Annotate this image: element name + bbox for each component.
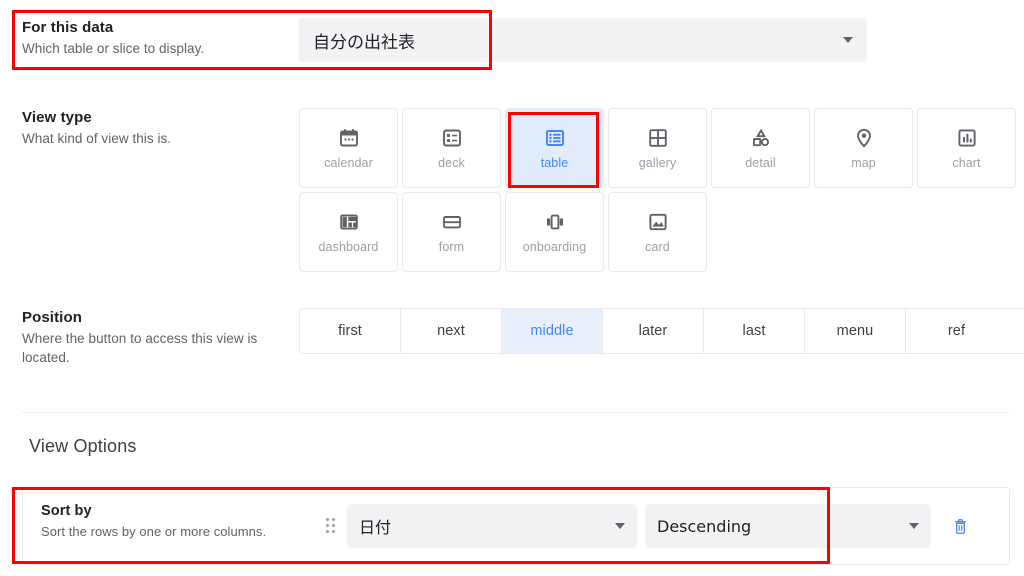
drag-handle-icon[interactable] [323,516,339,536]
table-icon [544,127,566,149]
card-icon [647,211,669,233]
position-option-next[interactable]: next [401,309,502,353]
position-option-middle[interactable]: middle [502,309,603,353]
deck-icon [441,127,463,149]
view-type-tile-card[interactable]: card [608,192,707,272]
view-type-tile-label: map [851,155,876,170]
chart-icon [956,127,978,149]
trash-icon [954,518,966,534]
view-type-row-1: calendar deck table gallery detail map c… [299,108,1024,188]
view-type-tile-label: gallery [638,155,677,170]
form-icon [441,211,463,233]
view-type-tile-grid: calendar deck table gallery detail map c… [299,108,1024,276]
view-type-tile-label: chart [952,155,981,170]
view-settings-panel: For this data Which table or slice to di… [0,0,1024,576]
view-type-tile-label: calendar [324,155,373,170]
dashboard-icon [338,211,360,233]
gallery-icon [647,127,669,149]
view-type-tile-map[interactable]: map [814,108,913,188]
section-divider [22,412,1010,413]
view-options-heading: View Options [29,436,137,456]
view-type-tile-form[interactable]: form [402,192,501,272]
view-type-subtitle: What kind of view this is. [22,131,172,146]
view-type-tile-chart[interactable]: chart [917,108,1016,188]
sort-by-title: Sort by [41,503,92,519]
position-option-first[interactable]: first [300,309,401,353]
chevron-down-icon [615,523,625,529]
view-type-tile-label: form [438,239,465,254]
position-option-later[interactable]: later [603,309,704,353]
view-type-row-2: dashboard form onboarding card [299,192,1024,272]
view-type-tile-label: detail [745,155,776,170]
data-source-select[interactable]: 自分の出社表 [299,18,867,62]
sort-by-row: Sort by Sort the rows by one or more col… [22,487,1010,565]
chevron-down-icon [909,523,919,529]
calendar-icon [338,127,360,149]
view-type-tile-calendar[interactable]: calendar [299,108,398,188]
position-subtitle: Where the button to access this view is … [22,331,258,365]
view-type-tile-onboarding[interactable]: onboarding [505,192,604,272]
data-source-value: 自分の出社表 [313,32,415,53]
view-type-tile-gallery[interactable]: gallery [608,108,707,188]
onboarding-icon [544,211,566,233]
view-type-tile-detail[interactable]: detail [711,108,810,188]
position-option-menu[interactable]: menu [805,309,906,353]
map-pin-icon [853,127,875,149]
for-this-data-subtitle: Which table or slice to display. [22,41,205,56]
view-type-tile-label: card [645,239,670,254]
detail-icon [750,127,772,149]
view-type-tile-label: dashboard [318,239,379,254]
position-option-last[interactable]: last [704,309,805,353]
position-segmented-control: first next middle later last menu ref [299,308,1024,354]
sort-by-controls: 日付 Descending [323,488,977,548]
sort-column-value: 日付 [359,518,392,537]
view-type-label-column: View type What kind of view this is. [0,108,278,148]
sort-column-select[interactable]: 日付 [347,504,637,548]
view-type-tile-label: onboarding [522,239,587,254]
view-type-tile-table[interactable]: table [505,108,604,188]
sort-direction-select[interactable]: Descending [645,504,931,548]
position-label-column: Position Where the button to access this… [0,308,278,367]
view-type-title: View type [22,109,92,126]
chevron-down-icon [843,37,853,43]
sort-direction-value: Descending [657,516,752,536]
view-type-tile-label: deck [438,155,465,170]
view-type-tile-deck[interactable]: deck [402,108,501,188]
sort-by-label-column: Sort by Sort the rows by one or more col… [23,488,323,541]
for-this-data-label-column: For this data Which table or slice to di… [0,18,278,58]
delete-sort-button[interactable] [943,509,977,543]
for-this-data-title: For this data [22,19,114,36]
view-type-tile-label: table [540,155,569,170]
view-type-tile-dashboard[interactable]: dashboard [299,192,398,272]
position-title: Position [22,309,82,326]
position-option-ref[interactable]: ref [906,309,1007,353]
sort-by-subtitle: Sort the rows by one or more columns. [41,524,267,539]
